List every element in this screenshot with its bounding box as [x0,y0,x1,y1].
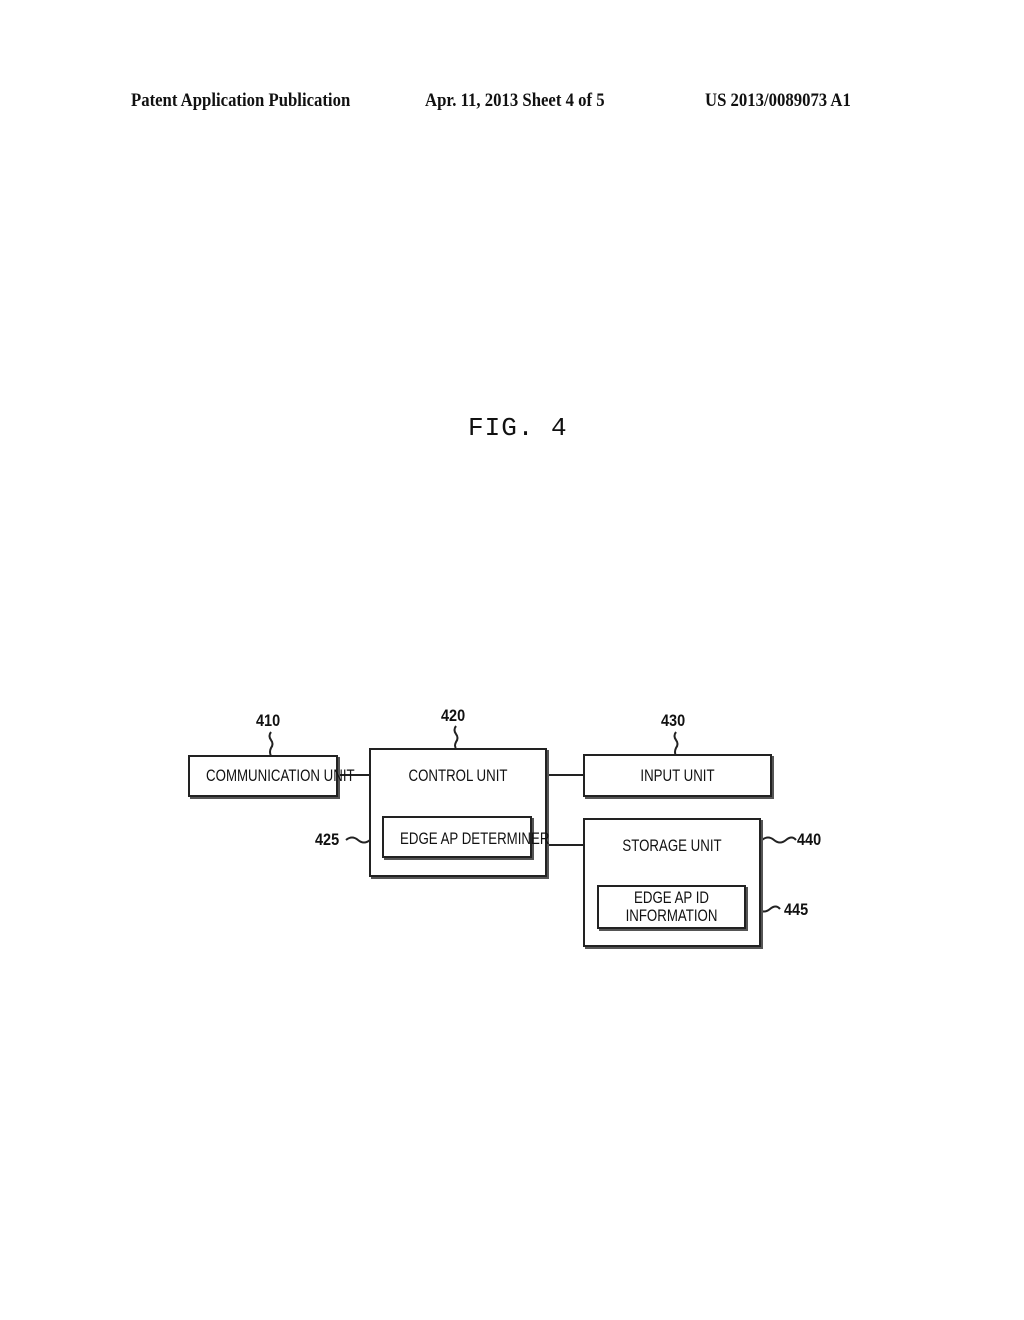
ref-425: 425 [315,830,340,849]
ref-440: 440 [797,830,822,849]
storage-unit-label: STORAGE UNIT [622,836,722,855]
leader-430 [673,731,679,757]
edge-ap-id-information-block: EDGE AP ID INFORMATION [597,885,746,929]
edge-ap-determiner-block: EDGE AP DETERMINER [382,816,550,858]
leader-420 [453,725,459,749]
communication-unit-block: COMMUNICATION UNIT [188,755,355,797]
connector-layer [268,725,797,913]
ref-410: 410 [256,711,281,730]
ref-420: 420 [441,706,466,725]
edge-ap-id-information-label-line2: INFORMATION [625,906,718,925]
edge-ap-determiner-label: EDGE AP DETERMINER [400,829,550,848]
leader-410 [268,731,274,757]
input-unit-block: INPUT UNIT [583,754,772,797]
communication-unit-label: COMMUNICATION UNIT [206,766,355,785]
ref-445: 445 [784,900,809,919]
edge-ap-id-information-label-line1: EDGE AP ID [634,888,709,907]
leader-440 [761,836,797,844]
input-unit-label: INPUT UNIT [640,766,715,785]
control-unit-label: CONTROL UNIT [408,766,508,785]
ref-430: 430 [661,711,686,730]
